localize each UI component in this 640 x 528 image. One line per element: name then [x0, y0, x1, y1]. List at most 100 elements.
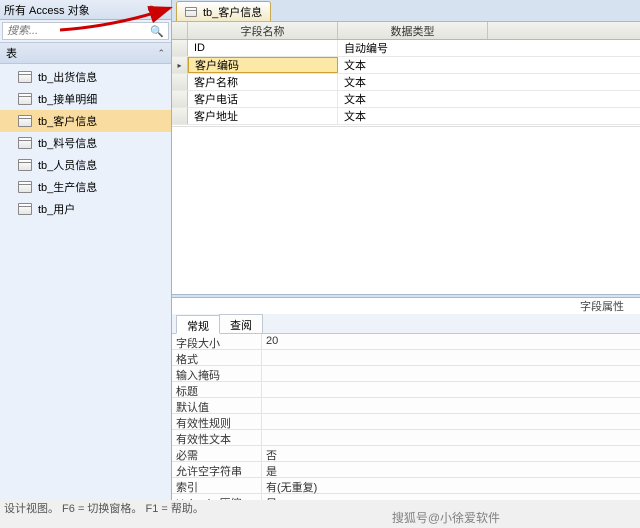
property-row[interactable]: 输入掩码 — [172, 366, 640, 382]
data-type-cell[interactable]: 自动编号 — [338, 40, 488, 56]
table-icon — [18, 159, 32, 171]
property-key: 默认值 — [172, 398, 262, 413]
table-icon — [18, 115, 32, 127]
main-area: tb_客户信息 字段名称 数据类型 ID自动编号客户编码文本客户名称文本客户电话… — [172, 0, 640, 500]
search-icon[interactable]: 🔍 — [150, 25, 164, 38]
field-name-cell[interactable]: 客户地址 — [188, 108, 338, 124]
property-value[interactable] — [262, 350, 640, 365]
field-name-cell[interactable]: 客户编码 — [188, 57, 338, 73]
sidebar-header[interactable]: 所有 Access 对象 ⊙ « — [0, 0, 171, 20]
row-selector[interactable] — [172, 74, 188, 90]
data-type-cell[interactable]: 文本 — [338, 108, 488, 124]
group-label: 表 — [6, 45, 17, 61]
sidebar-title: 所有 Access 对象 — [4, 2, 145, 18]
property-value[interactable]: 20 — [262, 334, 640, 349]
field-name-cell[interactable]: 客户名称 — [188, 74, 338, 90]
tab-label: tb_客户信息 — [203, 4, 262, 20]
tab-general[interactable]: 常规 — [176, 315, 220, 334]
field-row[interactable]: 客户名称文本 — [172, 74, 640, 91]
data-type-cell[interactable]: 文本 — [338, 57, 488, 73]
row-selector-header[interactable] — [172, 22, 188, 39]
property-row[interactable]: 有效性规则 — [172, 414, 640, 430]
sidebar-item[interactable]: tb_出货信息 — [0, 66, 171, 88]
property-row[interactable]: 格式 — [172, 350, 640, 366]
tab-lookup[interactable]: 查阅 — [219, 314, 263, 333]
data-type-cell[interactable]: 文本 — [338, 74, 488, 90]
field-row[interactable]: ID自动编号 — [172, 40, 640, 57]
property-tabs: 常规 查阅 — [172, 314, 640, 334]
property-row[interactable]: 字段大小20 — [172, 334, 640, 350]
property-value[interactable] — [262, 382, 640, 397]
property-value[interactable] — [262, 398, 640, 413]
sidebar-item[interactable]: tb_料号信息 — [0, 132, 171, 154]
field-row[interactable]: 客户地址文本 — [172, 108, 640, 125]
tab-table[interactable]: tb_客户信息 — [176, 1, 271, 21]
property-value[interactable]: 否 — [262, 446, 640, 461]
sidebar-items: tb_出货信息 tb_接单明细 tb_客户信息 tb_料号信息 tb_人员信息 tb_生产… — [0, 64, 171, 222]
table-icon — [185, 7, 197, 17]
property-value[interactable] — [262, 366, 640, 381]
table-icon — [18, 203, 32, 215]
chevron-up-icon: ⌃ — [157, 48, 165, 59]
sidebar-item[interactable]: tb_人员信息 — [0, 154, 171, 176]
table-icon — [18, 181, 32, 193]
property-value[interactable]: 是 — [262, 462, 640, 477]
sidebar-item[interactable]: tb_接单明细 — [0, 88, 171, 110]
property-key: 有效性规则 — [172, 414, 262, 429]
property-value[interactable] — [262, 414, 640, 429]
property-row[interactable]: 允许空字符串是 — [172, 462, 640, 478]
empty-rows[interactable] — [172, 126, 640, 294]
property-row[interactable]: 默认值 — [172, 398, 640, 414]
sidebar-item[interactable]: tb_生产信息 — [0, 176, 171, 198]
property-key: 字段大小 — [172, 334, 262, 349]
property-key: 允许空字符串 — [172, 462, 262, 477]
collapse-icon[interactable]: « — [157, 4, 167, 15]
property-key: 有效性文本 — [172, 430, 262, 445]
search-input[interactable] — [7, 25, 150, 37]
table-icon — [18, 71, 32, 83]
sidebar-item-label: tb_料号信息 — [38, 135, 97, 151]
property-value[interactable]: 是 — [262, 494, 640, 501]
col-field-name[interactable]: 字段名称 — [188, 22, 338, 39]
property-value[interactable] — [262, 430, 640, 445]
field-rows: ID自动编号客户编码文本客户名称文本客户电话文本客户地址文本 — [172, 40, 640, 126]
field-name-cell[interactable]: ID — [188, 40, 338, 56]
sidebar-item-label: tb_生产信息 — [38, 179, 97, 195]
field-name-cell[interactable]: 客户电话 — [188, 91, 338, 107]
property-row[interactable]: 必需否 — [172, 446, 640, 462]
field-row[interactable]: 客户编码文本 — [172, 57, 640, 74]
row-selector[interactable] — [172, 108, 188, 124]
sidebar-item-label: tb_客户信息 — [38, 113, 97, 129]
status-bar: 设计视图。 F6 = 切换窗格。 F1 = 帮助。 — [4, 500, 204, 516]
property-key: 索引 — [172, 478, 262, 493]
row-selector[interactable] — [172, 91, 188, 107]
sidebar-item[interactable]: tb_客户信息 — [0, 110, 171, 132]
sidebar-item-label: tb_接单明细 — [38, 91, 97, 107]
sidebar-item-label: tb_人员信息 — [38, 157, 97, 173]
property-key: 输入掩码 — [172, 366, 262, 381]
property-row[interactable]: Unicode 压缩是 — [172, 494, 640, 501]
dropdown-icon[interactable]: ⊙ — [145, 4, 157, 15]
group-tables[interactable]: 表 ⌃ — [0, 42, 171, 64]
watermark: 搜狐号@小徐爱软件 — [392, 509, 500, 526]
search-box[interactable]: 🔍 — [2, 22, 169, 40]
row-selector[interactable] — [172, 57, 188, 73]
column-headers: 字段名称 数据类型 — [172, 22, 640, 40]
property-row[interactable]: 索引有(无重复) — [172, 478, 640, 494]
property-key: 格式 — [172, 350, 262, 365]
sidebar-item-label: tb_出货信息 — [38, 69, 97, 85]
property-row[interactable]: 有效性文本 — [172, 430, 640, 446]
properties-title: 字段属性 — [172, 298, 640, 314]
property-key: 标题 — [172, 382, 262, 397]
app-root: 所有 Access 对象 ⊙ « 🔍 表 ⌃ tb_出货信息tb_接单明细tb_… — [0, 0, 640, 500]
row-selector[interactable] — [172, 40, 188, 56]
col-data-type[interactable]: 数据类型 — [338, 22, 488, 39]
property-grid: 字段大小20格式输入掩码标题默认值有效性规则有效性文本必需否允许空字符串是索引有… — [172, 334, 640, 501]
sidebar-item[interactable]: tb_用户 — [0, 198, 171, 220]
data-type-cell[interactable]: 文本 — [338, 91, 488, 107]
sidebar-item-label: tb_用户 — [38, 201, 75, 217]
property-value[interactable]: 有(无重复) — [262, 478, 640, 493]
property-row[interactable]: 标题 — [172, 382, 640, 398]
field-row[interactable]: 客户电话文本 — [172, 91, 640, 108]
nav-sidebar: 所有 Access 对象 ⊙ « 🔍 表 ⌃ tb_出货信息tb_接单明细tb_… — [0, 0, 172, 500]
